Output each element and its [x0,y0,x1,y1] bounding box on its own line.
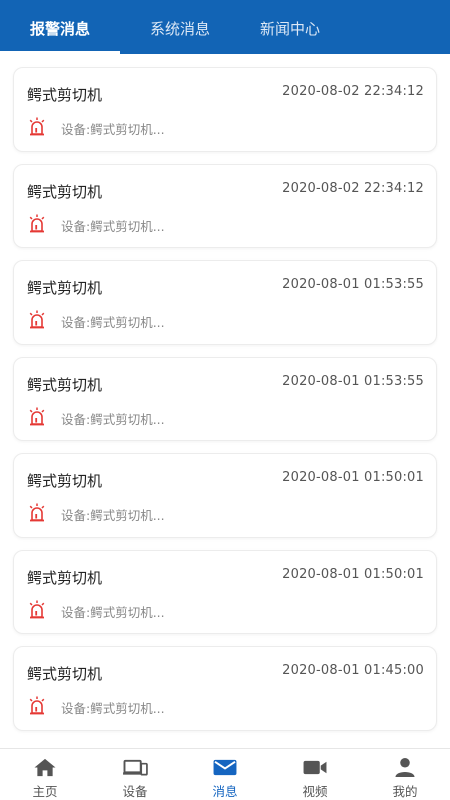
message-title: 鳄式剪切机 [27,375,103,394]
message-card[interactable]: 鳄式剪切机 2020-08-02 22:34:12 设备:鳄式剪切机... [13,67,437,152]
message-device: 设备:鳄式剪切机... [61,218,165,234]
nav-profile[interactable]: 我的 [360,749,450,800]
tab-alarm-messages[interactable]: 报警消息 [0,0,120,54]
nav-label: 我的 [392,784,418,799]
message-device: 设备:鳄式剪切机... [61,122,165,137]
message-time: 2020-08-01 01:50:01 [282,566,424,582]
message-card[interactable]: 鳄式剪切机 2020-08-02 22:34:12 设备:鳄式剪切机... [13,163,437,248]
alarm-siren-icon [29,696,45,715]
nav-devices[interactable]: 设备 [90,749,180,800]
alarm-message-list[interactable]: 鳄式剪切机 2020-08-02 22:34:12 设备:鳄式剪切机... 鳄式… [0,54,450,748]
message-device: 设备:鳄式剪切机... [61,508,165,523]
nav-home[interactable]: 主页 [0,749,90,800]
message-device: 设备:鳄式剪切机... [61,701,165,716]
message-device: 设备:鳄式剪切机... [61,604,165,620]
alarm-siren-icon [29,600,45,618]
tab-label: 报警消息 [29,19,90,38]
message-time: 2020-08-01 01:45:00 [282,663,424,678]
message-title: 鳄式剪切机 [27,472,103,490]
nav-label: 视频 [302,784,328,799]
message-title: 鳄式剪切机 [27,86,103,104]
message-time: 2020-08-02 22:34:12 [282,84,424,99]
tab-label: 新闻中心 [259,19,320,38]
message-time: 2020-08-02 22:34:12 [282,180,424,196]
person-icon [395,757,415,778]
alarm-siren-icon [29,310,45,329]
video-icon [303,760,327,775]
message-card[interactable]: 鳄式剪切机 2020-08-01 01:45:00 设备:鳄式剪切机... [13,646,437,731]
tab-label: 系统消息 [149,19,210,38]
message-title: 鳄式剪切机 [27,568,103,587]
message-card[interactable]: 鳄式剪切机 2020-08-01 01:53:55 设备:鳄式剪切机... [13,356,437,441]
message-card[interactable]: 鳄式剪切机 2020-08-01 01:53:55 设备:鳄式剪切机... [13,260,437,345]
nav-label: 消息 [212,784,238,799]
top-tab-bar: 报警消息 系统消息 新闻中心 [0,0,450,54]
message-title: 鳄式剪切机 [27,665,103,683]
message-time: 2020-08-01 01:50:01 [282,470,424,485]
message-title: 鳄式剪切机 [27,279,103,297]
message-time: 2020-08-01 01:53:55 [282,277,424,292]
message-time: 2020-08-01 01:53:55 [282,373,424,389]
devices-icon [123,759,148,776]
message-device: 设备:鳄式剪切机... [61,411,165,427]
bottom-nav-bar: 主页 设备 消息 视频 我的 [0,748,450,800]
message-card[interactable]: 鳄式剪切机 2020-08-01 01:50:01 设备:鳄式剪切机... [13,453,437,538]
alarm-siren-icon [29,214,45,232]
nav-label: 主页 [32,784,58,799]
alarm-siren-icon [29,117,45,136]
nav-video[interactable]: 视频 [270,749,360,800]
nav-messages[interactable]: 消息 [180,749,270,800]
mail-icon [213,759,237,776]
home-icon [34,758,56,777]
alarm-siren-icon [29,503,45,522]
nav-label: 设备 [122,784,148,799]
message-title: 鳄式剪切机 [27,182,103,201]
tab-system-messages[interactable]: 系统消息 [120,0,240,54]
message-card[interactable]: 鳄式剪切机 2020-08-01 01:50:01 设备:鳄式剪切机... [13,549,437,634]
tab-news-center[interactable]: 新闻中心 [240,0,340,54]
message-device: 设备:鳄式剪切机... [61,315,165,330]
alarm-siren-icon [29,407,45,425]
